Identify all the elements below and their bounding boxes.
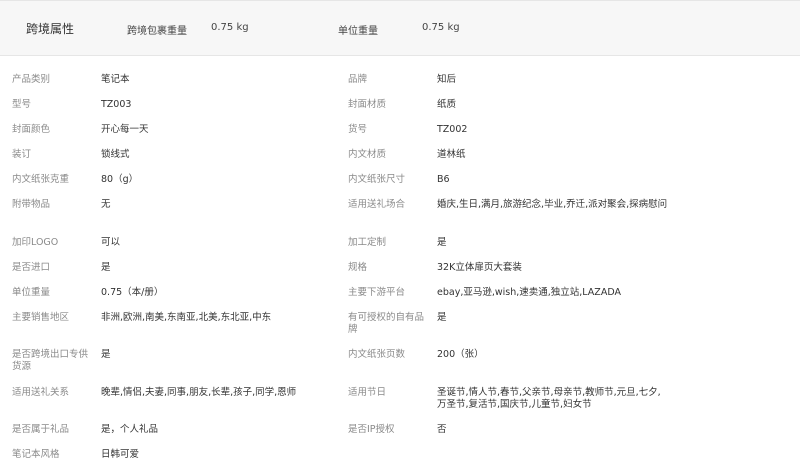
attr-label: 加工定制 [348,237,387,248]
attr-value: ebay,亚马逊,wish,速卖通,独立站,LAZADA [437,287,621,298]
attr-value: 纸质 [437,99,457,110]
attr-value: 笔记本 [101,74,130,85]
unit-weight-label: 单位重量 [338,26,378,37]
attr-label: 封面颜色 [12,124,51,135]
attr-value: TZ003 [101,99,132,110]
attr-value: 是，个人礼品 [101,424,159,435]
attr-value: 道林纸 [437,149,466,160]
attr-value: 锁线式 [101,149,130,160]
cross-border-attributes-bar: 跨境属性 跨境包裹重量 0.75 kg 单位重量 0.75 kg [0,0,800,56]
attr-label: 内文纸张克重 [12,174,70,185]
attr-value: 知后 [437,74,457,85]
attr-label: 单位重量 [12,287,51,298]
attr-label: 装订 [12,149,32,160]
attr-value: 是 [437,312,447,323]
attr-label: 是否跨境出口专供货源 [12,349,89,372]
attr-label: 内文纸张页数 [348,349,406,360]
attr-label: 是否IP授权 [348,424,395,435]
attr-value: 日韩可爱 [101,449,140,460]
attr-value: 无 [101,199,111,210]
attr-value: 婚庆,生日,满月,旅游纪念,毕业,乔迁,派对聚会,探病慰问 [437,199,668,210]
attr-label: 有可授权的自有品牌 [348,312,425,335]
attr-label: 型号 [12,99,32,110]
attr-value: 是 [101,349,111,360]
attr-value: 0.75（本/册） [101,287,164,298]
attr-value: 圣诞节,情人节,春节,父亲节,母亲节,教师节,元旦,七夕,万圣节,复活节,国庆节… [437,387,661,410]
attr-value: 32K立体扉页大套装 [437,262,522,273]
attr-value: TZ002 [437,124,468,135]
attr-value: 晚辈,情侣,夫妻,同事,朋友,长辈,孩子,同学,恩师 [101,387,297,398]
attr-label: 是否进口 [12,262,51,273]
attr-label: 封面材质 [348,99,387,110]
attr-label: 是否属于礼品 [12,424,70,435]
attr-label: 货号 [348,124,368,135]
attr-value: 200（张） [437,349,484,360]
attr-label: 适用节日 [348,387,387,398]
attr-value: 是 [101,262,111,273]
attr-value: 是 [437,237,447,248]
attr-label: 内文纸张尺寸 [348,174,406,185]
attr-value: 可以 [101,237,121,248]
attr-label: 笔记本风格 [12,449,60,460]
attr-label: 适用送礼关系 [12,387,70,398]
package-weight-value: 0.75 kg [211,22,249,33]
attr-label: 产品类别 [12,74,51,85]
attr-label: 内文材质 [348,149,387,160]
attr-label: 主要销售地区 [12,312,70,323]
unit-weight-value: 0.75 kg [422,22,460,33]
attr-value: 开心每一天 [101,124,149,135]
section-title: 跨境属性 [26,22,75,36]
attr-value: 非洲,欧洲,南美,东南亚,北美,东北亚,中东 [101,312,272,323]
attr-label: 品牌 [348,74,368,85]
package-weight-label: 跨境包裹重量 [127,26,187,37]
attr-value: B6 [437,174,450,185]
attr-label: 附带物品 [12,199,51,210]
attr-label: 主要下游平台 [348,287,406,298]
attr-label: 适用送礼场合 [348,199,406,210]
attr-label: 加印LOGO [12,237,59,248]
attr-label: 规格 [348,262,368,273]
attr-value: 80（g） [101,174,139,185]
attr-value: 否 [437,424,447,435]
